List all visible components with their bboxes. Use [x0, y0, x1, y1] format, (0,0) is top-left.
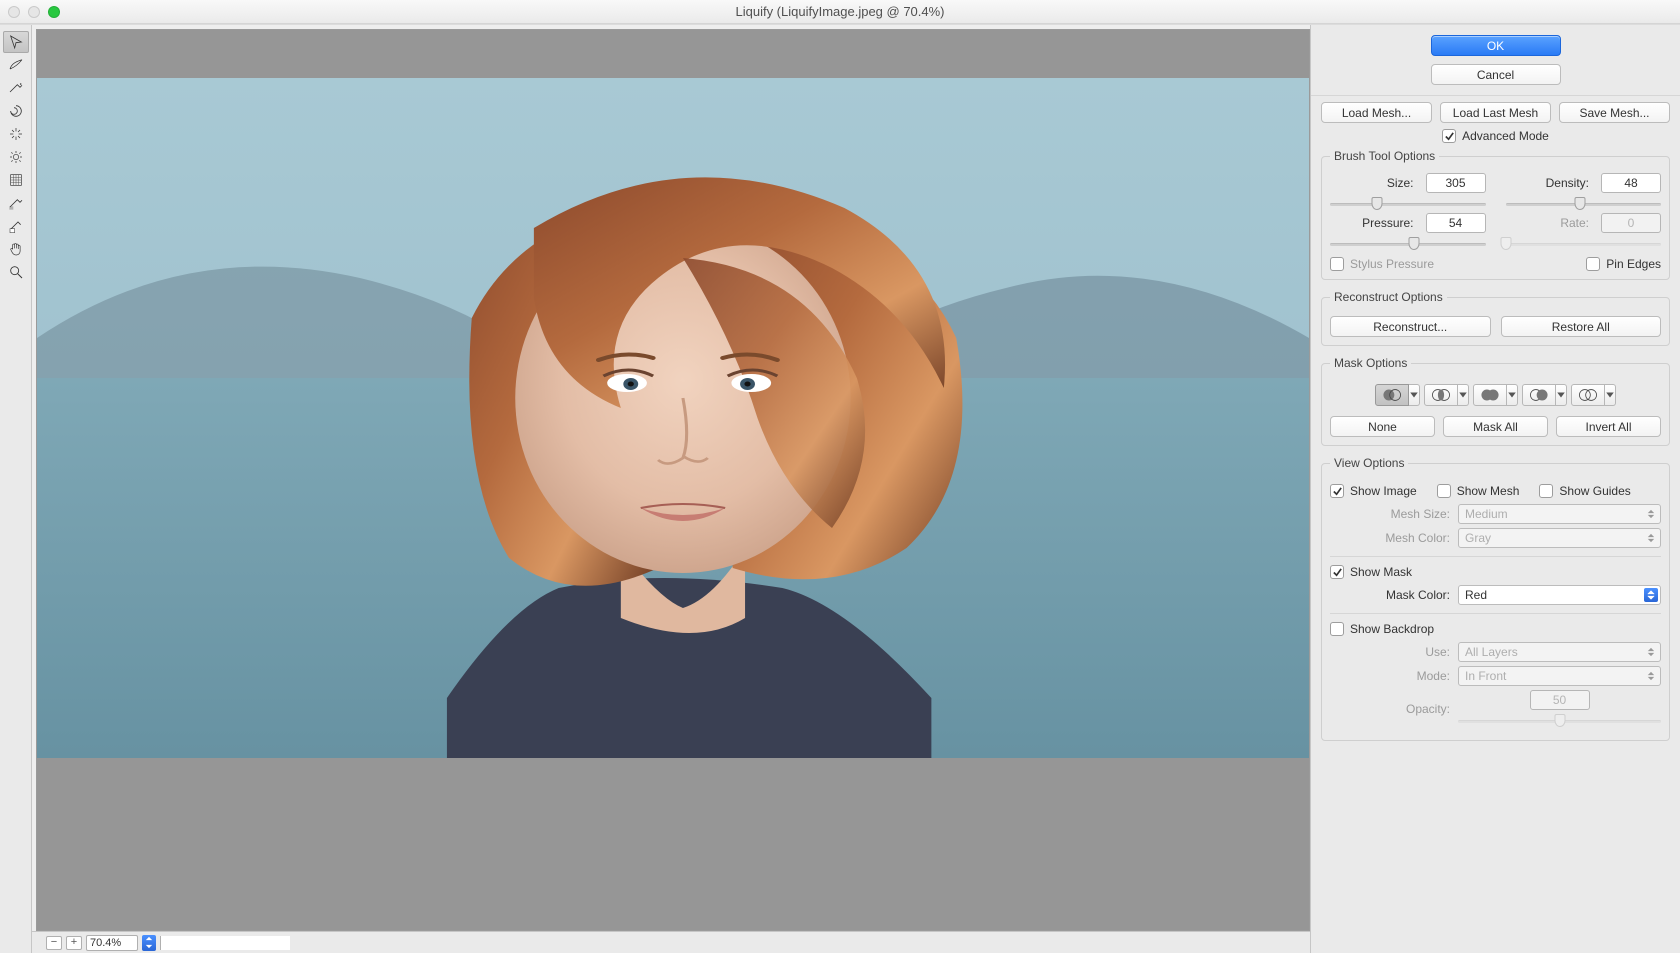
mesh-size-select: Medium: [1458, 504, 1661, 524]
stylus-pressure-checkbox: [1330, 257, 1344, 271]
close-window-icon[interactable]: [8, 6, 20, 18]
save-mesh-button[interactable]: Save Mesh...: [1559, 102, 1670, 123]
zoom-window-icon[interactable]: [48, 6, 60, 18]
show-image-checkbox[interactable]: [1330, 484, 1344, 498]
minimize-window-icon[interactable]: [28, 6, 40, 18]
backdrop-opacity-field: 50: [1530, 690, 1590, 710]
brush-density-field[interactable]: 48: [1601, 173, 1661, 193]
brush-rate-slider: [1506, 237, 1662, 251]
load-mesh-button[interactable]: Load Mesh...: [1321, 102, 1432, 123]
zoom-stepper[interactable]: [142, 935, 156, 951]
reconstruct-button[interactable]: Reconstruct...: [1330, 316, 1491, 337]
brush-density-slider[interactable]: [1506, 197, 1662, 211]
brush-tool-options: Brush Tool Options Size:305 Density:48 P…: [1321, 149, 1670, 280]
tool-smooth[interactable]: [3, 77, 29, 99]
backdrop-opacity-slider: [1458, 714, 1661, 728]
tool-twirl[interactable]: [3, 100, 29, 122]
mask-color-select[interactable]: Red: [1458, 585, 1661, 605]
show-mask-checkbox[interactable]: [1330, 565, 1344, 579]
tool-forward-warp[interactable]: [3, 31, 29, 53]
tool-strip: [0, 25, 32, 953]
load-last-mesh-button[interactable]: Load Last Mesh: [1440, 102, 1551, 123]
tool-bloat[interactable]: [3, 146, 29, 168]
show-backdrop-checkbox[interactable]: [1330, 622, 1344, 636]
tool-zoom[interactable]: [3, 261, 29, 283]
backdrop-mode-select: In Front: [1458, 666, 1661, 686]
mask-mode-intersect[interactable]: [1522, 384, 1567, 406]
traffic-lights: [8, 6, 60, 18]
mask-mode-subtract[interactable]: [1473, 384, 1518, 406]
liquify-window: Liquify (LiquifyImage.jpeg @ 70.4%): [0, 0, 1680, 953]
zoom-info-area: [160, 936, 290, 950]
view-options: View Options Show Image Show Mesh Show G…: [1321, 456, 1670, 741]
restore-all-button[interactable]: Restore All: [1501, 316, 1662, 337]
document-image: [37, 78, 1309, 758]
zoom-field[interactable]: 70.4%: [86, 935, 138, 951]
mask-mode-replace[interactable]: [1375, 384, 1420, 406]
tool-pucker[interactable]: [3, 123, 29, 145]
tool-reconstruct[interactable]: [3, 54, 29, 76]
advanced-mode-checkbox[interactable]: [1442, 129, 1456, 143]
brush-rate-field: 0: [1601, 213, 1661, 233]
mask-mode-add[interactable]: [1424, 384, 1469, 406]
show-guides-checkbox[interactable]: [1539, 484, 1553, 498]
mask-options: Mask Options: [1321, 356, 1670, 446]
mesh-color-select: Gray: [1458, 528, 1661, 548]
options-panel: OK Cancel Load Mesh... Load Last Mesh Sa…: [1310, 25, 1680, 953]
mask-all-button[interactable]: Mask All: [1443, 416, 1548, 437]
ok-button[interactable]: OK: [1431, 35, 1561, 56]
tool-thaw-mask[interactable]: [3, 215, 29, 237]
show-mesh-checkbox[interactable]: [1437, 484, 1451, 498]
image-canvas[interactable]: [36, 29, 1310, 931]
window-title: Liquify (LiquifyImage.jpeg @ 70.4%): [0, 4, 1680, 19]
reconstruct-options: Reconstruct Options Reconstruct... Resto…: [1321, 290, 1670, 346]
advanced-mode-label: Advanced Mode: [1462, 129, 1549, 143]
mask-none-button[interactable]: None: [1330, 416, 1435, 437]
mask-mode-invert[interactable]: [1571, 384, 1616, 406]
cancel-button[interactable]: Cancel: [1431, 64, 1561, 85]
title-bar: Liquify (LiquifyImage.jpeg @ 70.4%): [0, 0, 1680, 24]
canvas-area: − + 70.4%: [32, 25, 1310, 953]
zoom-in-button[interactable]: +: [66, 936, 82, 950]
brush-pressure-field[interactable]: 54: [1426, 213, 1486, 233]
tool-freeze-mask[interactable]: [3, 192, 29, 214]
status-bar: − + 70.4%: [32, 931, 1310, 953]
mask-invert-all-button[interactable]: Invert All: [1556, 416, 1661, 437]
tool-push-left[interactable]: [3, 169, 29, 191]
brush-size-slider[interactable]: [1330, 197, 1486, 211]
pin-edges-checkbox[interactable]: [1586, 257, 1600, 271]
brush-pressure-slider[interactable]: [1330, 237, 1486, 251]
zoom-out-button[interactable]: −: [46, 936, 62, 950]
backdrop-use-select: All Layers: [1458, 642, 1661, 662]
zoom-value: 70.4%: [90, 937, 121, 949]
tool-hand[interactable]: [3, 238, 29, 260]
scroll-area[interactable]: [294, 936, 1306, 950]
brush-size-field[interactable]: 305: [1426, 173, 1486, 193]
